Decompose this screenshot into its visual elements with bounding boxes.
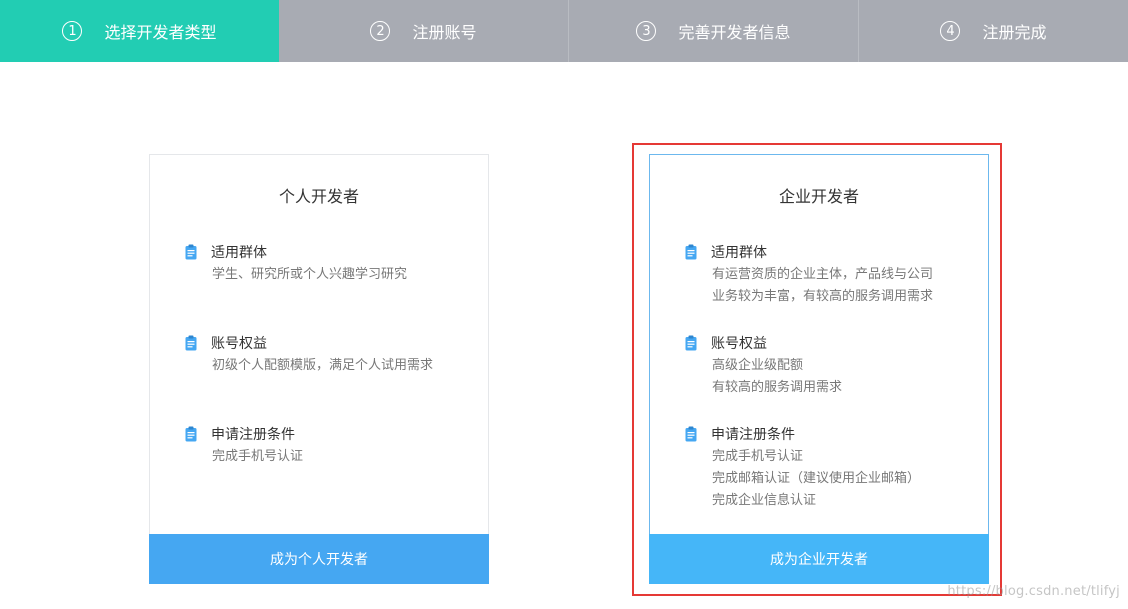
section-registration-requirements: 申请注册条件 完成手机号认证 (185, 424, 478, 468)
personal-developer-card: 个人开发者 适用群体 学生、研究所或个人兴趣学习研究 账号权益 初级个人配额模版… (149, 154, 489, 584)
step-register-account: 2 注册账号 (279, 0, 569, 62)
section-line: 完成手机号认证 (212, 449, 304, 464)
section-text: 高级企业级配额 有较高的服务调用需求 (712, 355, 978, 399)
section-line: 完成手机号认证 (712, 449, 804, 464)
step-number-badge: 1 (62, 21, 83, 41)
section-line: 有较高的服务调用需求 (712, 380, 843, 395)
section-account-benefits: 账号权益 高级企业级配额 有较高的服务调用需求 (685, 333, 978, 399)
become-personal-developer-button[interactable]: 成为个人开发者 (149, 534, 489, 584)
clipboard-icon (185, 244, 197, 260)
clipboard-icon (685, 244, 697, 260)
step-select-type: 1 选择开发者类型 (0, 0, 279, 62)
card-title: 企业开发者 (778, 187, 859, 206)
section-heading: 申请注册条件 (211, 427, 295, 443)
section-heading: 申请注册条件 (711, 427, 795, 443)
watermark: https://blog.csdn.net/tlifyj (947, 584, 1120, 599)
section-text: 完成手机号认证 完成邮箱认证（建议使用企业邮箱） 完成企业信息认证 (712, 446, 978, 512)
section-account-benefits: 账号权益 初级个人配额模版，满足个人试用需求 (185, 333, 478, 377)
section-text: 初级个人配额模版，满足个人试用需求 (212, 355, 478, 377)
section-heading: 账号权益 (711, 336, 767, 352)
step-label: 完善开发者信息 (678, 23, 791, 42)
step-complete-info: 3 完善开发者信息 (569, 0, 859, 62)
step-registration-done: 4 注册完成 (859, 0, 1128, 62)
step-number-badge: 2 (370, 21, 391, 41)
section-line: 业务较为丰富，有较高的服务调用需求 (712, 289, 934, 304)
section-heading: 适用群体 (711, 245, 767, 261)
registration-steps: 1 选择开发者类型 2 注册账号 3 完善开发者信息 4 注册完成 (0, 0, 1128, 62)
step-label: 选择开发者类型 (104, 23, 217, 42)
step-number-badge: 3 (636, 21, 657, 41)
enterprise-developer-card: 企业开发者 适用群体 有运营资质的企业主体，产品线与公司 业务较为丰富，有较高的… (649, 154, 989, 584)
section-line: 完成企业信息认证 (712, 493, 817, 508)
section-text: 学生、研究所或个人兴趣学习研究 (212, 264, 478, 286)
section-line: 高级企业级配额 (712, 358, 804, 373)
section-heading: 账号权益 (211, 336, 267, 352)
become-enterprise-developer-button[interactable]: 成为企业开发者 (649, 534, 989, 584)
section-line: 初级个人配额模版，满足个人试用需求 (212, 358, 434, 373)
section-registration-requirements: 申请注册条件 完成手机号认证 完成邮箱认证（建议使用企业邮箱） 完成企业信息认证 (685, 424, 978, 512)
section-line: 学生、研究所或个人兴趣学习研究 (212, 267, 408, 282)
section-heading: 适用群体 (211, 245, 267, 261)
step-label: 注册完成 (982, 23, 1047, 42)
section-target-group: 适用群体 有运营资质的企业主体，产品线与公司 业务较为丰富，有较高的服务调用需求 (685, 242, 978, 308)
clipboard-icon (685, 426, 697, 442)
section-text: 完成手机号认证 (212, 446, 478, 468)
step-number-badge: 4 (940, 21, 961, 41)
section-target-group: 适用群体 学生、研究所或个人兴趣学习研究 (185, 242, 478, 286)
section-line: 完成邮箱认证（建议使用企业邮箱） (712, 471, 921, 486)
section-text: 有运营资质的企业主体，产品线与公司 业务较为丰富，有较高的服务调用需求 (712, 264, 978, 308)
clipboard-icon (185, 426, 197, 442)
clipboard-icon (685, 335, 697, 351)
step-label: 注册账号 (412, 23, 477, 42)
section-line: 有运营资质的企业主体，产品线与公司 (712, 267, 934, 282)
card-title: 个人开发者 (278, 187, 359, 206)
clipboard-icon (185, 335, 197, 351)
